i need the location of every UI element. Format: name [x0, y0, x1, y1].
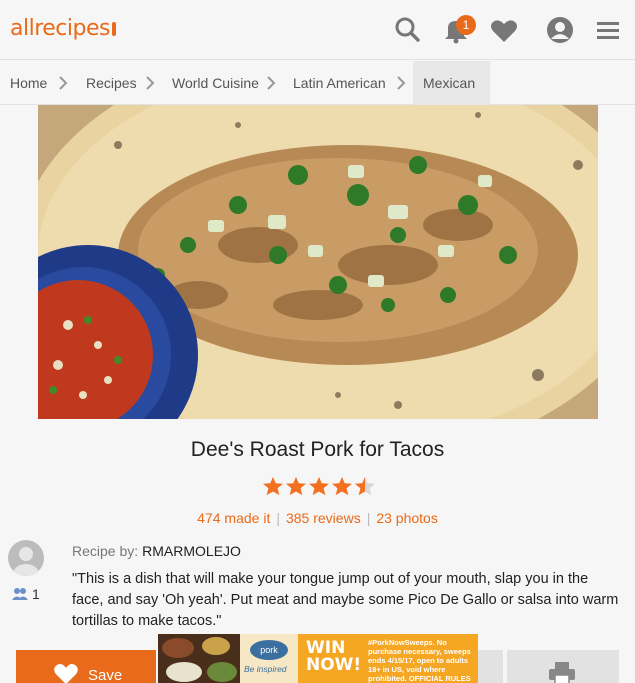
menu-icon[interactable] [592, 14, 624, 46]
breadcrumb-home[interactable]: Home [10, 61, 47, 105]
divider: | [276, 510, 280, 526]
followers-icon [12, 588, 28, 600]
ad-headline-line2: NOW! [306, 655, 362, 675]
divider: | [366, 510, 371, 526]
save-button[interactable]: Save [16, 650, 156, 683]
author-avatar[interactable] [8, 540, 44, 576]
star-icon [309, 476, 329, 496]
profile-icon[interactable] [544, 14, 576, 46]
chevron-right-icon [59, 76, 68, 90]
ad-tagline: Be inspired [244, 664, 287, 674]
half-star-icon [355, 476, 375, 496]
logo-text: allrecipes [10, 16, 110, 41]
star-rating[interactable] [262, 476, 376, 496]
reviews-link[interactable]: 385 reviews [286, 510, 361, 526]
ad-fine-print: #PorkNowSweeps. No purchase necessary, s… [366, 634, 478, 683]
chevron-right-icon [397, 76, 406, 90]
recipe-stats: 474 made it | 385 reviews | 23 photos [0, 510, 635, 526]
allrecipes-logo[interactable]: allrecipes [10, 16, 116, 41]
recipe-description: "This is a dish that will make your tong… [72, 571, 619, 629]
save-label: Save [88, 667, 123, 683]
ad-brand: pork [250, 640, 288, 660]
top-bar: allrecipes 1 [0, 0, 635, 60]
breadcrumb-mexican[interactable]: Mexican [413, 61, 490, 105]
recipe-by-label: Recipe by: [72, 543, 139, 559]
star-icon [263, 476, 283, 496]
chevron-right-icon [267, 76, 276, 90]
recipe-byline: Recipe by: RMARMOLEJO [72, 543, 241, 559]
search-icon[interactable] [392, 14, 424, 46]
heart-icon [54, 664, 78, 683]
breadcrumb-latin-american[interactable]: Latin American [293, 61, 386, 105]
breadcrumb: Home Recipes World Cuisine Latin America… [0, 61, 635, 105]
recipe-title: Dee's Roast Pork for Tacos [190, 438, 445, 461]
print-button[interactable] [507, 650, 619, 683]
author-name[interactable]: RMARMOLEJO [142, 543, 241, 559]
ad-banner[interactable]: pork Be inspired WIN NOW! #PorkNowSweeps… [158, 634, 478, 683]
followers-count[interactable]: 1 [12, 586, 40, 602]
print-icon [549, 662, 575, 683]
recipe-photo[interactable] [38, 105, 598, 419]
logo-mark [111, 22, 116, 36]
heart-icon[interactable] [488, 14, 520, 46]
user-silhouette-icon [13, 547, 39, 576]
share-button[interactable] [478, 650, 503, 683]
taco-illustration [38, 105, 598, 419]
followers-number: 1 [32, 586, 40, 602]
breadcrumb-recipes[interactable]: Recipes [86, 61, 137, 105]
ad-pork-logo: pork Be inspired [240, 634, 298, 683]
photos-link[interactable]: 23 photos [376, 510, 438, 526]
breadcrumb-world-cuisine[interactable]: World Cuisine [172, 61, 259, 105]
ad-food-image [158, 634, 240, 683]
ad-headline: WIN NOW! [298, 634, 366, 683]
chevron-right-icon [146, 76, 155, 90]
notification-badge[interactable]: 1 [456, 15, 476, 35]
ad-food-illustration [158, 634, 240, 683]
star-icon [332, 476, 352, 496]
star-icon [286, 476, 306, 496]
made-it-link[interactable]: 474 made it [197, 510, 270, 526]
